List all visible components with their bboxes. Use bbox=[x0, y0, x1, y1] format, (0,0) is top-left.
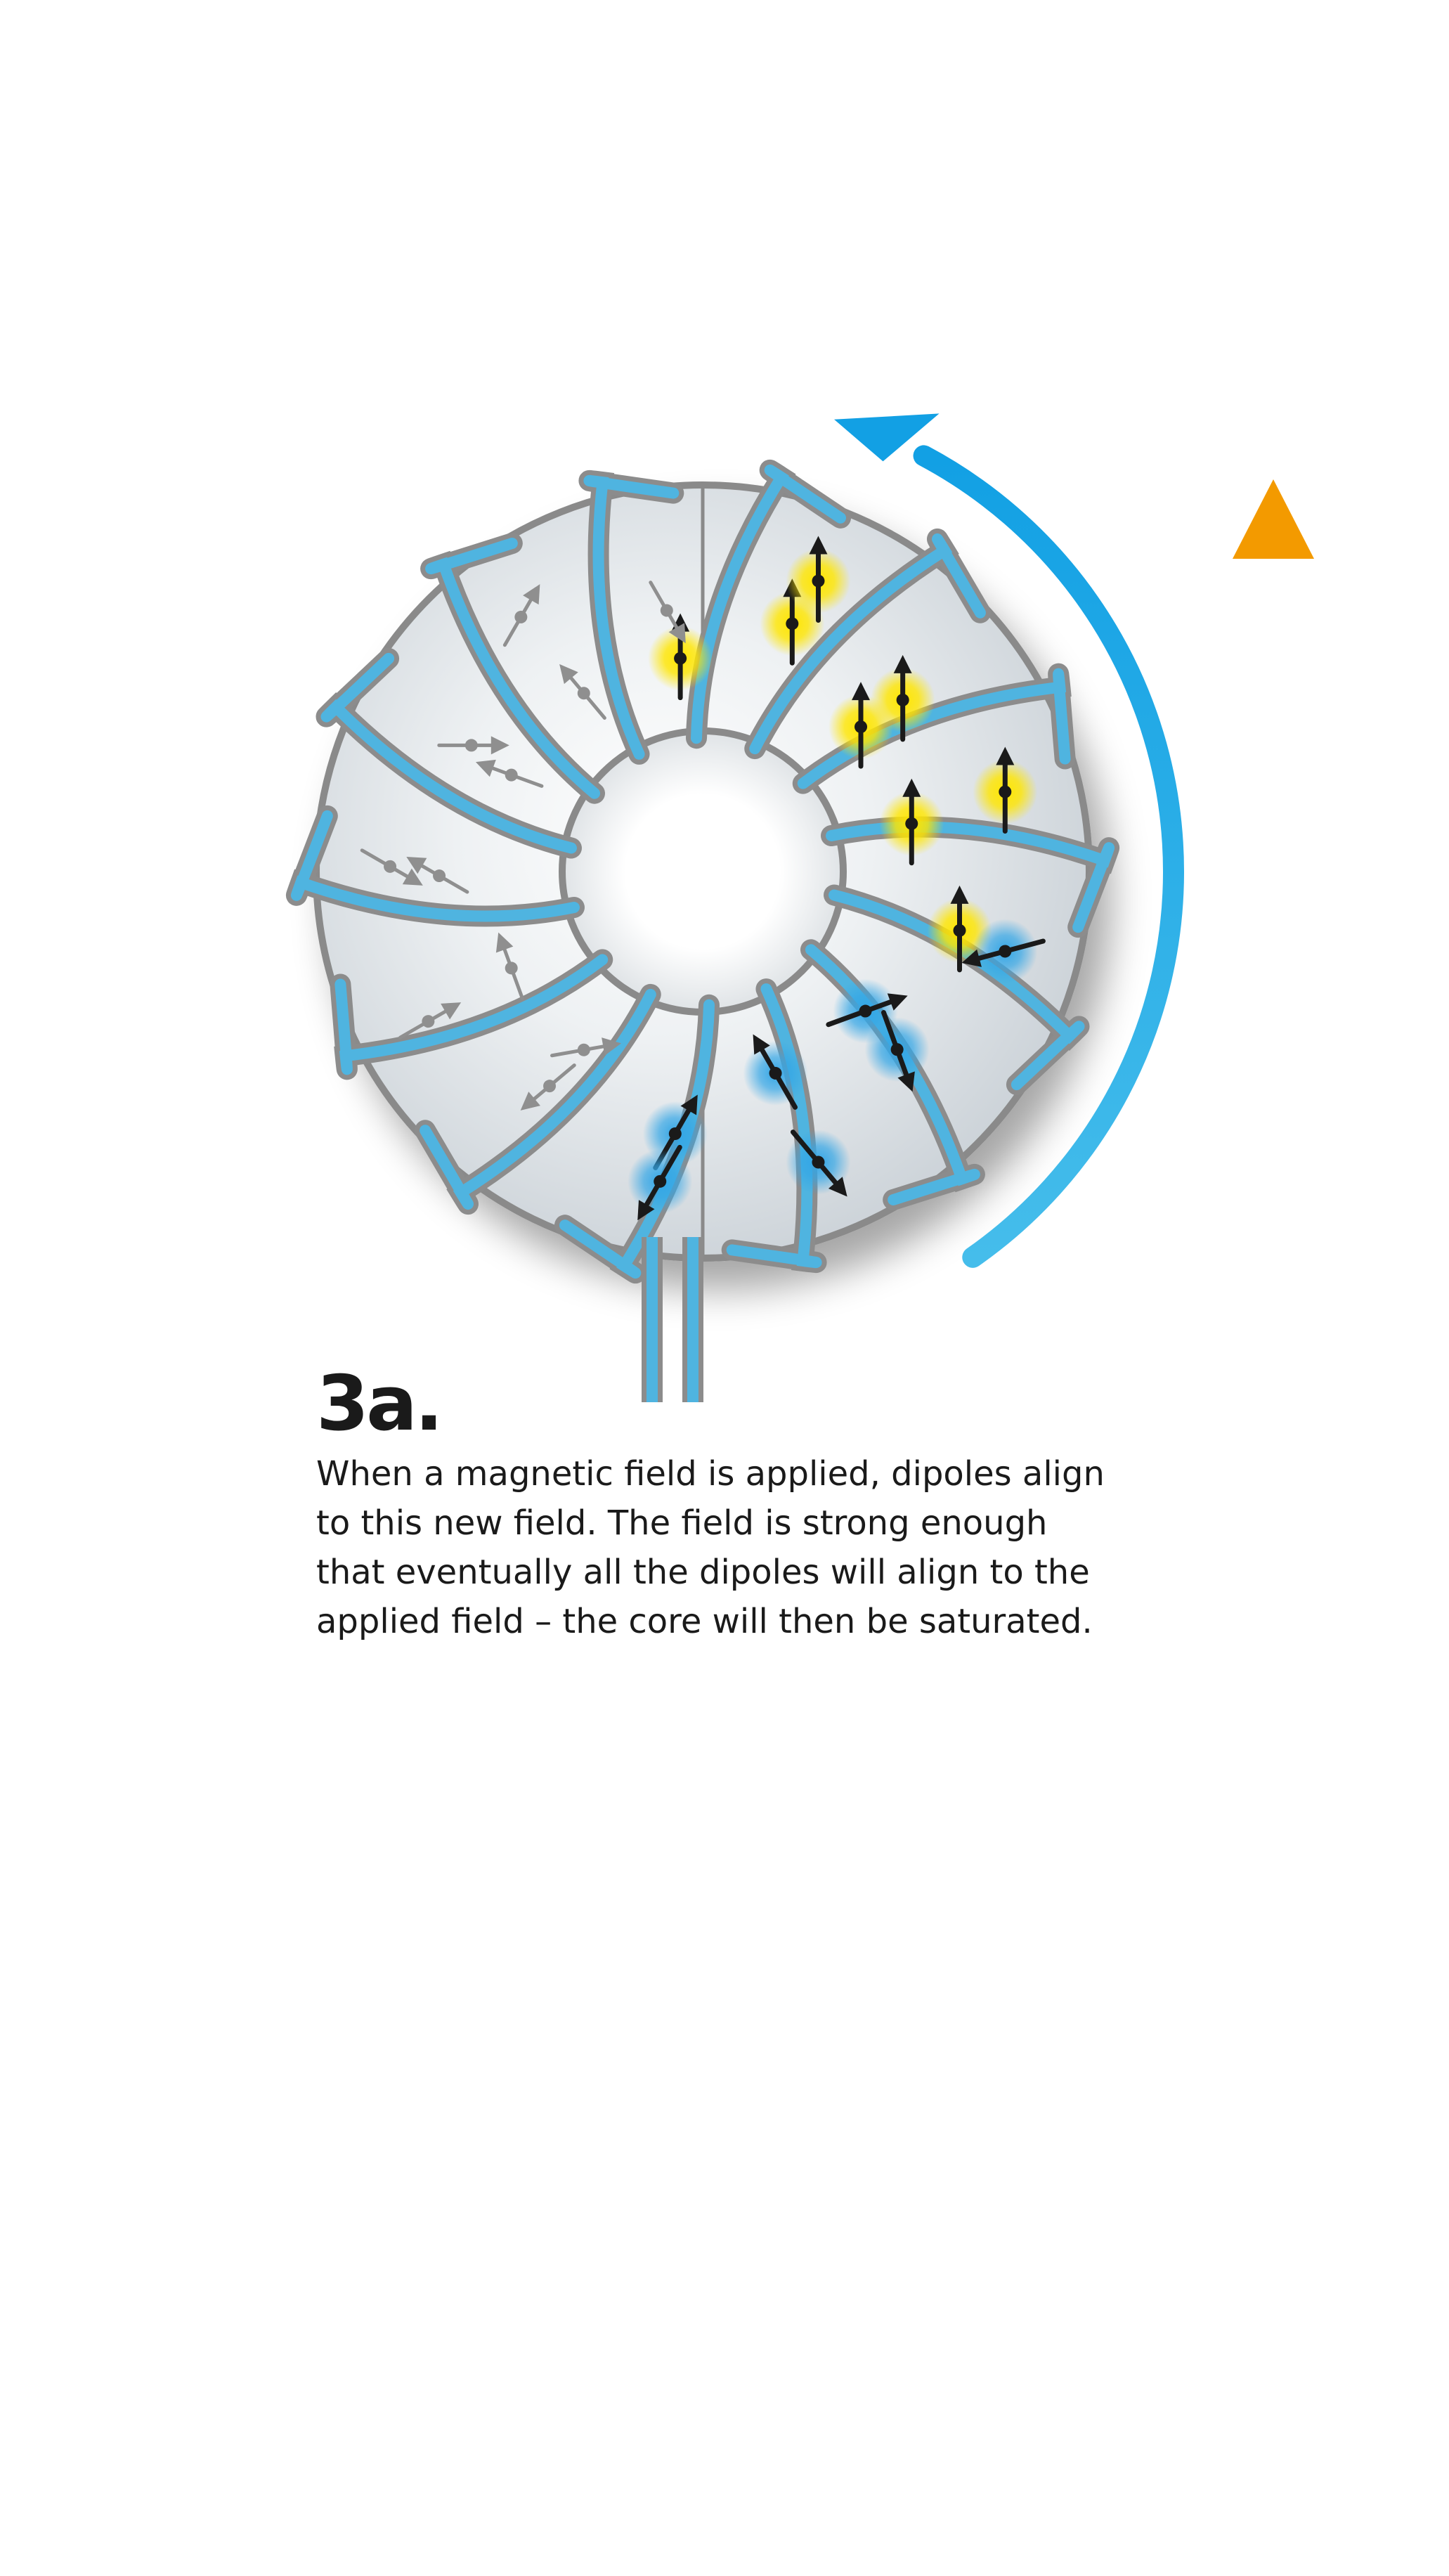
caption: 3a. When a magnetic field is applied, di… bbox=[316, 1364, 1195, 1646]
toroid-diagram bbox=[285, 413, 1314, 1402]
step-label: 3a. bbox=[316, 1360, 443, 1448]
description-line-2: to this new field. The field is strong e… bbox=[316, 1503, 1048, 1543]
description-line-4: applied field – the core will then be sa… bbox=[316, 1602, 1093, 1641]
description: When a magnetic field is applied, dipole… bbox=[316, 1449, 1195, 1646]
description-line-3: that eventually all the dipoles will ali… bbox=[316, 1553, 1090, 1592]
applied-field-arrow bbox=[1233, 479, 1314, 1237]
description-line-1: When a magnetic field is applied, dipole… bbox=[316, 1454, 1105, 1494]
